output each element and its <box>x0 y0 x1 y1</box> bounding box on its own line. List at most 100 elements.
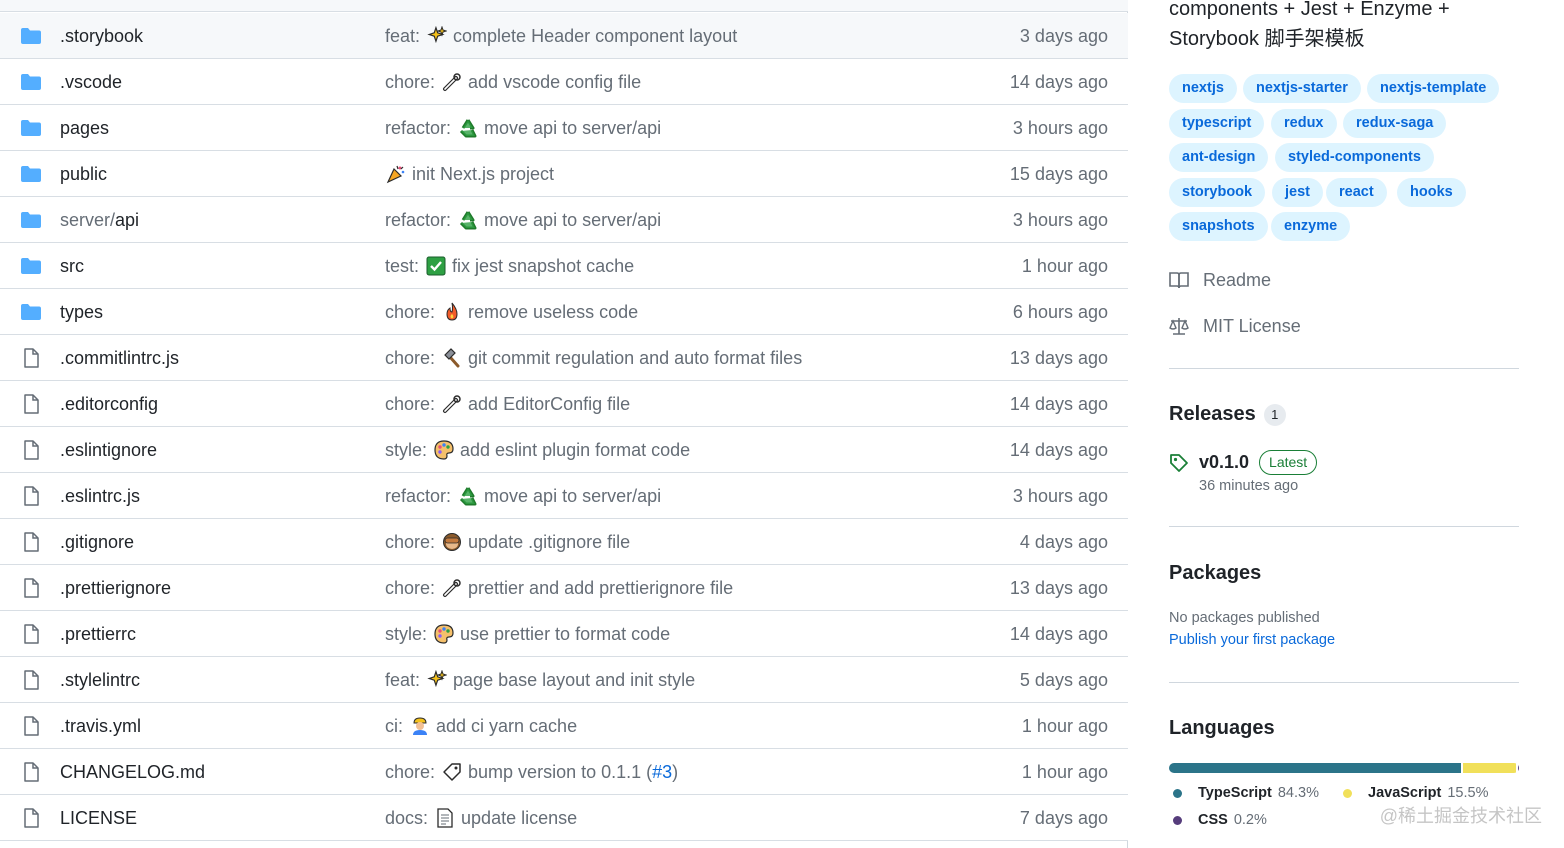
publish-package-link[interactable]: Publish your first package <box>1169 632 1335 648</box>
file-name-link[interactable]: .vscode <box>60 59 122 105</box>
divider <box>1169 526 1519 527</box>
wrench-icon <box>441 577 463 599</box>
commit-age: 14 days ago <box>1009 440 1108 460</box>
topic-tag[interactable]: typescript <box>1169 109 1265 138</box>
language-percent: 84.3% <box>1277 785 1319 801</box>
file-name-link[interactable]: CHANGELOG.md <box>60 749 205 795</box>
commit-message-link[interactable]: chore: add vscode config file <box>385 59 641 105</box>
topic-tag[interactable]: redux-saga <box>1343 109 1447 138</box>
commit-message-link[interactable]: refactor: move api to server/api <box>385 197 661 243</box>
file-row[interactable]: .travis.yml ci: add ci yarn cache 1 hour ag… <box>0 703 1128 749</box>
commit-message-link[interactable]: ci: add ci yarn cache <box>385 703 577 749</box>
file-name-link[interactable]: .travis.yml <box>60 703 141 749</box>
file-row[interactable]: CHANGELOG.md chore: bump version to 0.1.1 … <box>0 749 1128 795</box>
directory-row[interactable]: .vscode chore: add vscode config file 14 da… <box>0 59 1128 105</box>
file-row[interactable]: .eslintrc.js refactor: move api to server/… <box>0 473 1128 519</box>
language-item[interactable]: CSS 0.2% <box>1173 812 1267 828</box>
file-name-link[interactable]: .prettierignore <box>60 565 171 611</box>
commit-text: bump version to 0.1.1 ( <box>468 762 653 782</box>
commit-message-link[interactable]: init Next.js project <box>385 151 554 197</box>
file-row[interactable]: LICENSE docs: update license 7 days ago <box>0 795 1128 841</box>
topic-tag[interactable]: nextjs <box>1169 74 1237 103</box>
directory-row[interactable]: pages refactor: move api to server/api 3 ho… <box>0 105 1128 151</box>
license-link[interactable]: MIT License <box>1169 311 1301 341</box>
directory-row[interactable]: types chore: remove useless code 6 hours ag… <box>0 289 1128 335</box>
file-name-link[interactable]: server/api <box>60 197 139 243</box>
language-bar <box>1169 763 1519 773</box>
release-tag[interactable]: v0.1.0 <box>1199 452 1249 473</box>
pull-request-link[interactable]: #3 <box>652 749 672 795</box>
file-row[interactable]: .stylelintrc feat: page base layout and in… <box>0 657 1128 703</box>
commit-text: move api to server/api <box>484 118 662 138</box>
releases-heading[interactable]: Releases 1 <box>1169 403 1286 426</box>
hammer-icon <box>441 347 463 369</box>
file-name-link[interactable]: LICENSE <box>60 795 137 841</box>
topic-tag[interactable]: redux <box>1271 109 1337 138</box>
file-row[interactable]: .gitignore chore: update .gitignore file 4 … <box>0 519 1128 565</box>
commit-message-link[interactable]: feat: complete Header component layout <box>385 13 737 59</box>
languages-heading: Languages <box>1169 717 1275 740</box>
topic-tag[interactable]: enzyme <box>1271 212 1351 241</box>
commit-message-link[interactable]: chore: git commit regulation and auto for… <box>385 335 802 381</box>
packages-heading[interactable]: Packages <box>1169 562 1261 585</box>
file-name-link[interactable]: .eslintignore <box>60 427 157 473</box>
commit-message-link[interactable]: feat: page base layout and init style <box>385 657 695 703</box>
topic-tag[interactable]: nextjs-template <box>1367 74 1500 103</box>
commit-message-link[interactable]: chore: update .gitignore file <box>385 519 630 565</box>
commit-type: chore: <box>385 302 436 322</box>
file-row[interactable]: .prettierrc style: use prettier to format … <box>0 611 1128 657</box>
file-name-link[interactable]: .gitignore <box>60 519 134 565</box>
file-row[interactable]: .eslintignore style: add eslint plugin for… <box>0 427 1128 473</box>
readme-link[interactable]: Readme <box>1169 265 1271 295</box>
topic-tag[interactable]: storybook <box>1169 178 1266 207</box>
file-name: src <box>60 256 84 276</box>
topic-tag[interactable]: react <box>1326 178 1387 207</box>
commit-message-link[interactable]: chore: add EditorConfig file <box>385 381 630 427</box>
language-item[interactable]: TypeScript 84.3% <box>1173 785 1319 801</box>
directory-row[interactable]: .storybook feat: complete Header component… <box>0 13 1128 59</box>
see-no-evil-monkey-icon <box>441 531 463 553</box>
file-name-link[interactable]: pages <box>60 105 109 151</box>
topic-tag[interactable]: ant-design <box>1169 143 1269 172</box>
commit-message-link[interactable]: test: fix jest snapshot cache <box>385 243 634 289</box>
topic-tag[interactable]: jest <box>1272 178 1323 207</box>
commit-message-link[interactable]: style: use prettier to format code <box>385 611 670 657</box>
commit-age: 13 days ago <box>1009 348 1108 368</box>
commit-text: use prettier to format code <box>460 624 671 644</box>
file-name-link[interactable]: .storybook <box>60 13 143 59</box>
directory-row[interactable]: src test: fix jest snapshot cache 1 hour ag… <box>0 243 1128 289</box>
file-name-link[interactable]: src <box>60 243 84 289</box>
file-row[interactable]: .prettierignore chore: prettier and add pr… <box>0 565 1128 611</box>
file-row[interactable]: .editorconfig chore: add EditorConfig file… <box>0 381 1128 427</box>
release-date: 36 minutes ago <box>1199 478 1299 494</box>
topic-tag[interactable]: hooks <box>1397 178 1466 207</box>
commit-message-link[interactable]: docs: update license <box>385 795 577 841</box>
file-name-link[interactable]: .stylelintrc <box>60 657 140 703</box>
file-name-link[interactable]: .prettierrc <box>60 611 136 657</box>
file-row[interactable]: .commitlintrc.js chore: git commit regulat… <box>0 335 1128 381</box>
construction-worker-icon <box>409 715 431 737</box>
commit-message-link[interactable]: chore: bump version to 0.1.1 (#3) <box>385 749 678 795</box>
language-name: TypeScript <box>1198 785 1272 801</box>
file-name-link[interactable]: .eslintrc.js <box>60 473 140 519</box>
topic-tag[interactable]: snapshots <box>1169 212 1268 241</box>
file-name-link[interactable]: .commitlintrc.js <box>60 335 179 381</box>
file-name-link[interactable]: public <box>60 151 107 197</box>
releases-title: Releases <box>1169 403 1256 425</box>
latest-release[interactable]: v0.1.0 Latest <box>1169 450 1318 475</box>
commit-message-link[interactable]: style: add eslint plugin format code <box>385 427 690 473</box>
directory-row[interactable]: server/api refactor: move api to server/ap… <box>0 197 1128 243</box>
directory-row[interactable]: public init Next.js project 15 days ago <box>0 151 1128 197</box>
file-name-link[interactable]: .editorconfig <box>60 381 158 427</box>
file-name-link[interactable]: types <box>60 289 103 335</box>
commit-message-link[interactable]: refactor: move api to server/api <box>385 473 661 519</box>
topic-tag[interactable]: nextjs-starter <box>1243 74 1361 103</box>
topic-tag[interactable]: styled-components <box>1275 143 1434 172</box>
commit-age: 4 days ago <box>1019 532 1108 552</box>
commit-text: remove useless code <box>468 302 639 322</box>
commit-message-link[interactable]: refactor: move api to server/api <box>385 105 661 151</box>
file-icon <box>20 716 42 736</box>
language-item[interactable]: JavaScript 15.5% <box>1343 785 1488 801</box>
commit-message-link[interactable]: chore: prettier and add prettierignore fi… <box>385 565 733 611</box>
commit-message-link[interactable]: chore: remove useless code <box>385 289 638 335</box>
